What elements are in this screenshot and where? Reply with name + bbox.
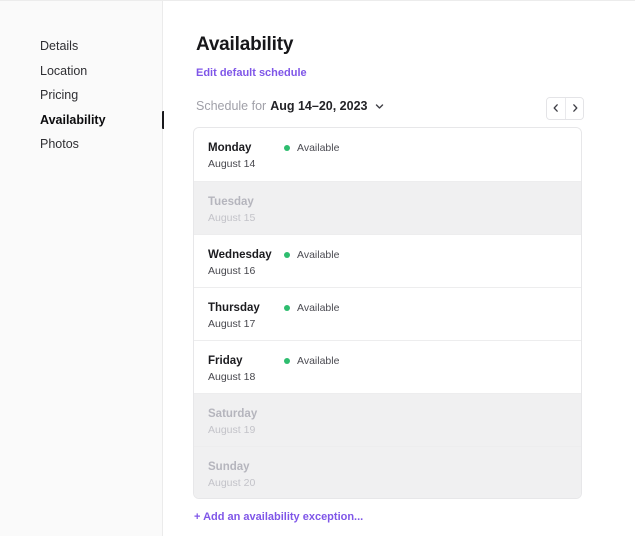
day-date: August 19 [208, 423, 284, 437]
day-row-wednesday[interactable]: Wednesday August 16 Available [194, 234, 581, 287]
day-row-tuesday: Tuesday August 15 [194, 181, 581, 234]
chevron-right-icon [570, 101, 580, 116]
chevron-down-icon [374, 101, 385, 112]
availability-page: Details Location Pricing Availability Photos… [0, 1, 635, 535]
day-date: August 15 [208, 211, 284, 225]
availability-status: Available [284, 302, 339, 314]
day-date: August 17 [208, 317, 284, 331]
previous-week-button[interactable] [547, 98, 565, 119]
day-info: Wednesday August 16 [208, 248, 284, 278]
availability-status: Available [284, 355, 339, 367]
sidebar-item-photos[interactable]: Photos [40, 132, 162, 157]
day-date: August 18 [208, 370, 284, 384]
page-title: Availability [196, 34, 293, 56]
day-name: Sunday [208, 460, 284, 474]
available-dot-icon [284, 252, 290, 258]
schedule-period-dropdown[interactable]: Schedule for Aug 14–20, 2023 [196, 99, 385, 113]
add-availability-exception-link[interactable]: + Add an availability exception... [194, 511, 363, 523]
day-info: Sunday August 20 [208, 460, 284, 490]
sidebar-item-label: Pricing [40, 88, 78, 102]
day-info: Thursday August 17 [208, 301, 284, 331]
main-content: Availability Edit default schedule Sched… [164, 1, 635, 535]
day-info: Friday August 18 [208, 354, 284, 384]
week-pager [546, 97, 584, 120]
availability-status-label: Available [297, 142, 339, 154]
day-info: Saturday August 19 [208, 407, 284, 437]
day-row-monday[interactable]: Monday August 14 Available [194, 128, 581, 181]
day-name: Tuesday [208, 195, 284, 209]
availability-status-label: Available [297, 302, 339, 314]
availability-status-label: Available [297, 249, 339, 261]
sidebar-item-pricing[interactable]: Pricing [40, 83, 162, 108]
available-dot-icon [284, 145, 290, 151]
schedule-period-value: Aug 14–20, 2023 [270, 99, 367, 113]
day-name: Saturday [208, 407, 284, 421]
day-row-saturday: Saturday August 19 [194, 393, 581, 446]
weekly-schedule-card: Monday August 14 Available Tuesday August 15… [193, 127, 582, 499]
sidebar: Details Location Pricing Availability Photos [0, 1, 163, 536]
edit-default-schedule-link[interactable]: Edit default schedule [196, 67, 307, 79]
availability-status: Available [284, 142, 339, 154]
day-name: Friday [208, 354, 284, 368]
availability-status-label: Available [297, 355, 339, 367]
day-info: Monday August 14 [208, 141, 284, 171]
availability-status: Available [284, 249, 339, 261]
available-dot-icon [284, 305, 290, 311]
sidebar-item-label: Details [40, 39, 78, 53]
day-row-friday[interactable]: Friday August 18 Available [194, 340, 581, 393]
day-row-sunday: Sunday August 20 [194, 446, 581, 499]
day-name: Monday [208, 141, 284, 155]
sidebar-item-label: Location [40, 64, 87, 78]
sidebar-item-label: Availability [40, 113, 106, 127]
sidebar-item-label: Photos [40, 137, 79, 151]
day-name: Wednesday [208, 248, 284, 262]
sidebar-nav: Details Location Pricing Availability Photos [40, 34, 162, 157]
chevron-left-icon [551, 101, 561, 116]
next-week-button[interactable] [565, 98, 583, 119]
day-date: August 20 [208, 476, 284, 490]
available-dot-icon [284, 358, 290, 364]
sidebar-item-details[interactable]: Details [40, 34, 162, 59]
day-date: August 14 [208, 157, 284, 171]
schedule-for-label: Schedule for [196, 99, 266, 113]
day-date: August 16 [208, 264, 284, 278]
sidebar-item-location[interactable]: Location [40, 59, 162, 84]
day-name: Thursday [208, 301, 284, 315]
day-info: Tuesday August 15 [208, 195, 284, 225]
sidebar-item-availability[interactable]: Availability [40, 108, 162, 133]
day-row-thursday[interactable]: Thursday August 17 Available [194, 287, 581, 340]
